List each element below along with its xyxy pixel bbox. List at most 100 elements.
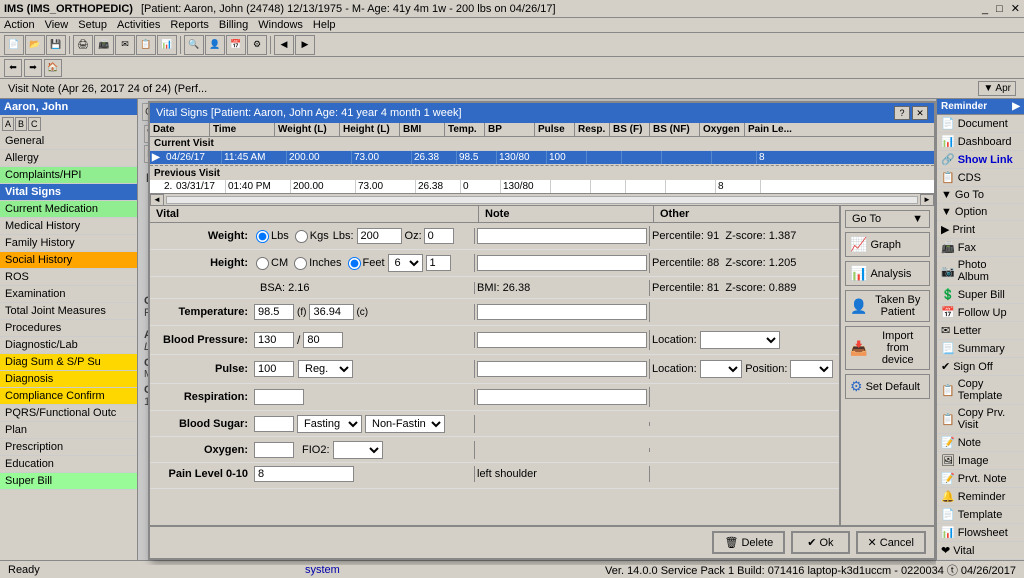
modal-close[interactable]: ✕: [912, 106, 928, 120]
toolbar-btn-9[interactable]: 👤: [205, 35, 225, 55]
menu-setup[interactable]: Setup: [78, 19, 107, 31]
fio2-select[interactable]: [333, 441, 383, 459]
ok-button[interactable]: ✔ Ok: [791, 531, 849, 554]
patient-btn-3[interactable]: C: [28, 117, 41, 131]
bp-note-input[interactable]: [477, 332, 647, 348]
sidebar-item-compliance[interactable]: Compliance Confirm: [0, 388, 137, 405]
menu-activities[interactable]: Activities: [117, 19, 160, 31]
window-close[interactable]: ✕: [1011, 2, 1020, 15]
right-btn-copy-template[interactable]: 📋 Copy Template: [937, 376, 1024, 405]
right-btn-showlink[interactable]: 🔗 Show Link: [937, 151, 1024, 169]
scroll-right[interactable]: ►: [920, 194, 934, 206]
pulse-location-select[interactable]: [700, 360, 743, 378]
sidebar-item-diagnostic[interactable]: Diagnostic/Lab: [0, 337, 137, 354]
blood-sugar-type2-select[interactable]: Non-Fasting: [365, 415, 445, 433]
patient-btn-1[interactable]: A: [2, 117, 14, 131]
temp-c-input[interactable]: [309, 304, 354, 320]
weight-oz-input[interactable]: [424, 228, 454, 244]
height-inches-radio[interactable]: [294, 257, 307, 270]
set-default-button[interactable]: ⚙ Set Default: [845, 374, 930, 399]
menu-view[interactable]: View: [45, 19, 69, 31]
toolbar-btn-10[interactable]: 📅: [226, 35, 246, 55]
analysis-button[interactable]: 📊 Analysis: [845, 261, 930, 286]
toolbar-btn-12[interactable]: ◀: [274, 35, 294, 55]
sidebar-item-prescription[interactable]: Prescription: [0, 439, 137, 456]
sidebar-item-procedures[interactable]: Procedures: [0, 320, 137, 337]
temp-f-input[interactable]: [254, 304, 294, 320]
window-maximize[interactable]: □: [996, 3, 1003, 15]
right-btn-goto[interactable]: ▼ Go To: [937, 187, 1024, 204]
prev-visit-row[interactable]: 2. 03/31/17 01:40 PM 200.00 73.00 26.38 …: [150, 180, 934, 193]
right-btn-vital[interactable]: ❤ Vital: [937, 542, 1024, 560]
right-btn-followup[interactable]: 📅 Follow Up: [937, 304, 1024, 322]
delete-button[interactable]: 🗑 Delete: [712, 531, 785, 554]
toolbar-btn-save[interactable]: 💾: [46, 35, 66, 55]
menu-help[interactable]: Help: [313, 19, 336, 31]
resp-input[interactable]: [254, 389, 304, 405]
toolbar-btn-fax[interactable]: 📠: [94, 35, 114, 55]
visit-note-btn[interactable]: ▼ Apr: [978, 81, 1016, 96]
cancel-button[interactable]: ✕ Cancel: [856, 531, 926, 554]
menu-windows[interactable]: Windows: [258, 19, 303, 31]
sidebar-item-medical-history[interactable]: Medical History: [0, 218, 137, 235]
right-btn-signoff[interactable]: ✔ Sign Off: [937, 358, 1024, 376]
resp-note-input[interactable]: [477, 389, 647, 405]
temp-note-input[interactable]: [477, 304, 647, 320]
height-feet-select[interactable]: 6: [388, 254, 423, 272]
right-btn-flowsheet[interactable]: 📊 Flowsheet: [937, 524, 1024, 542]
toolbar-btn-open[interactable]: 📂: [25, 35, 45, 55]
right-btn-dashboard[interactable]: 📊 Dashboard: [937, 133, 1024, 151]
toolbar-btn-6[interactable]: 📋: [136, 35, 156, 55]
right-btn-fax[interactable]: 📠 Fax: [937, 239, 1024, 257]
toolbar-btn-11[interactable]: ⚙: [247, 35, 267, 55]
pulse-position-select[interactable]: [790, 360, 833, 378]
sidebar-item-family-history[interactable]: Family History: [0, 235, 137, 252]
height-cm-radio[interactable]: [256, 257, 269, 270]
right-btn-note[interactable]: 📝 Note: [937, 434, 1024, 452]
sidebar-item-examination[interactable]: Examination: [0, 286, 137, 303]
toolbar-btn-13[interactable]: ▶: [295, 35, 315, 55]
pulse-val-input[interactable]: [254, 361, 294, 377]
toolbar-btn-7[interactable]: 📊: [157, 35, 177, 55]
weight-lbs-radio[interactable]: [256, 230, 269, 243]
bp-dia-input[interactable]: [303, 332, 343, 348]
bp-location-select[interactable]: [700, 331, 780, 349]
tb2-btn1[interactable]: ⬅: [4, 59, 22, 77]
sidebar-item-ros[interactable]: ROS: [0, 269, 137, 286]
sidebar-item-diag-sum[interactable]: Diag Sum & S/P Su: [0, 354, 137, 371]
pulse-note-input[interactable]: [477, 361, 647, 377]
sidebar-item-complaints[interactable]: Complaints/HPI: [0, 167, 137, 184]
toolbar-btn-5[interactable]: ✉: [115, 35, 135, 55]
oxygen-input[interactable]: [254, 442, 294, 458]
toolbar-btn-8[interactable]: 🔍: [184, 35, 204, 55]
right-btn-print[interactable]: ▶ Print: [937, 221, 1024, 239]
sidebar-item-medication[interactable]: Current Medication: [0, 201, 137, 218]
sidebar-item-plan[interactable]: Plan: [0, 422, 137, 439]
sidebar-item-education[interactable]: Education: [0, 456, 137, 473]
sidebar-item-diagnosis[interactable]: Diagnosis: [0, 371, 137, 388]
patient-btn-2[interactable]: B: [15, 117, 27, 131]
height-feet-radio[interactable]: [348, 257, 361, 270]
sidebar-item-pqrs[interactable]: PQRS/Functional Outc: [0, 405, 137, 422]
right-btn-superbill[interactable]: 💲 Super Bill: [937, 286, 1024, 304]
weight-note-input[interactable]: [477, 228, 647, 244]
menu-reports[interactable]: Reports: [170, 19, 209, 31]
sidebar-item-joint-measures[interactable]: Total Joint Measures: [0, 303, 137, 320]
right-btn-template[interactable]: 📄 Template: [937, 506, 1024, 524]
right-btn-copy-prv[interactable]: 📋 Copy Prv. Visit: [937, 405, 1024, 434]
sidebar-item-general[interactable]: General: [0, 133, 137, 150]
goto-button[interactable]: Go To ▼: [845, 210, 930, 228]
tb2-btn2[interactable]: ➡: [24, 59, 42, 77]
right-btn-prvt-note[interactable]: 📝 Prvt. Note: [937, 470, 1024, 488]
current-visit-row[interactable]: ▶ 04/26/17 11:45 AM 200.00 73.00 26.38 9…: [150, 151, 934, 164]
sidebar-item-vitalsigns[interactable]: Vital Signs: [0, 184, 137, 201]
pulse-reg-select[interactable]: Reg.: [298, 360, 353, 378]
right-btn-option[interactable]: ▼ Option: [937, 204, 1024, 221]
blood-sugar-input[interactable]: [254, 416, 294, 432]
weight-note[interactable]: [475, 226, 650, 246]
right-btn-cds[interactable]: 📋 CDS: [937, 169, 1024, 187]
height-note-input[interactable]: [477, 255, 647, 271]
right-btn-document[interactable]: 📄 Document: [937, 115, 1024, 133]
right-btn-summary[interactable]: 📃 Summary: [937, 340, 1024, 358]
right-btn-letter[interactable]: ✉ Letter: [937, 322, 1024, 340]
